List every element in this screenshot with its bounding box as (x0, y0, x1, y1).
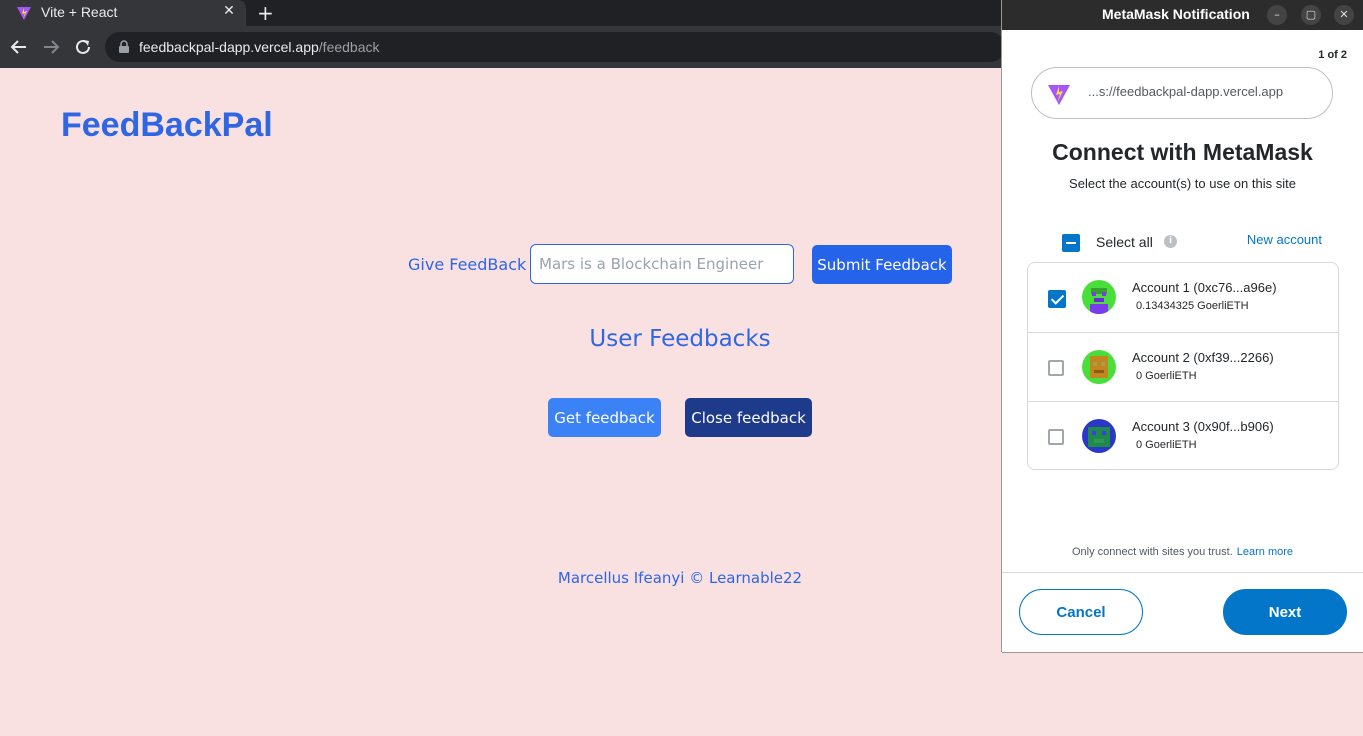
connect-subheading: Select the account(s) to use on this sit… (1069, 176, 1296, 191)
select-all-checkbox[interactable] (1062, 234, 1080, 252)
account-list: Account 1 (0xc76...a96e) 0.13434325 Goer… (1027, 262, 1339, 470)
minimize-icon[interactable]: – (1267, 5, 1287, 25)
trust-text: Only connect with sites you trust. (1071, 546, 1233, 558)
account-checkbox[interactable] (1048, 290, 1066, 308)
learn-more-link[interactable]: Learn more (1237, 546, 1293, 558)
new-account-link[interactable]: New account (1247, 232, 1322, 247)
info-icon[interactable]: i (1164, 235, 1177, 248)
metamask-popup: MetaMask Notification – ▢ ✕ 1 of 2 ...s:… (1002, 0, 1363, 652)
account-name: Account 3 (0x90f...b906) (1132, 419, 1274, 434)
tab-title: Vite + React (41, 4, 118, 20)
footer-divider (1002, 572, 1363, 573)
account-balance: 0 GoerliETH (1136, 439, 1197, 451)
browser-tab[interactable]: Vite + React ✕ (0, 0, 246, 26)
trust-notice: Only connect with sites you trust. Learn … (1002, 546, 1363, 558)
metamask-window-title: MetaMask Notification (1102, 6, 1250, 22)
submit-feedback-button[interactable]: Submit Feedback (812, 245, 952, 284)
app-logo[interactable]: FeedBackPal (61, 106, 273, 145)
account-avatar (1082, 419, 1116, 453)
select-all-label: Select all (1096, 234, 1153, 250)
lock-icon (119, 40, 129, 53)
connect-heading: Connect with MetaMask (1052, 139, 1313, 165)
user-feedbacks-heading: User Feedbacks (589, 326, 771, 352)
close-feedback-button[interactable]: Close feedback (685, 398, 812, 437)
footer-credit: Marcellus Ifeanyi © Learnable22 (557, 569, 803, 587)
close-window-icon[interactable]: ✕ (1334, 5, 1354, 25)
account-row[interactable]: Account 2 (0xf39...2266) 0 GoerliETH (1028, 332, 1338, 402)
tab-close-icon[interactable]: ✕ (220, 3, 238, 19)
account-checkbox[interactable] (1048, 429, 1064, 445)
give-feedback-label: Give FeedBack (408, 255, 527, 274)
vite-site-icon (1048, 85, 1070, 105)
back-arrow-icon[interactable] (8, 36, 30, 58)
vite-favicon-icon (17, 7, 31, 20)
maximize-icon[interactable]: ▢ (1301, 5, 1321, 25)
account-checkbox[interactable] (1048, 360, 1064, 376)
reload-icon[interactable] (72, 36, 94, 58)
cancel-button[interactable]: Cancel (1019, 589, 1143, 635)
get-feedback-button[interactable]: Get feedback (548, 398, 661, 437)
account-row[interactable]: Account 1 (0xc76...a96e) 0.13434325 Goer… (1028, 263, 1338, 332)
account-row[interactable]: Account 3 (0x90f...b906) 0 GoerliETH (1028, 401, 1338, 471)
account-avatar (1082, 280, 1116, 314)
site-url: ...s://feedbackpal-dapp.vercel.app (1088, 84, 1284, 99)
forward-arrow-icon[interactable] (40, 36, 62, 58)
account-name: Account 1 (0xc76...a96e) (1132, 280, 1277, 295)
feedback-input[interactable] (530, 244, 794, 284)
request-pager: 1 of 2 (1318, 49, 1347, 61)
account-name: Account 2 (0xf39...2266) (1132, 350, 1274, 365)
address-bar[interactable]: feedbackpal-dapp.vercel.app/feedback (105, 32, 1005, 62)
site-origin-pill: ...s://feedbackpal-dapp.vercel.app (1031, 67, 1333, 119)
account-balance: 0.13434325 GoerliETH (1136, 300, 1249, 312)
new-tab-button[interactable]: + (257, 1, 274, 25)
account-avatar (1082, 350, 1116, 384)
url-text: feedbackpal-dapp.vercel.app/feedback (139, 39, 380, 55)
next-button[interactable]: Next (1223, 589, 1347, 635)
metamask-titlebar: MetaMask Notification – ▢ ✕ (1002, 0, 1363, 30)
account-balance: 0 GoerliETH (1136, 370, 1197, 382)
